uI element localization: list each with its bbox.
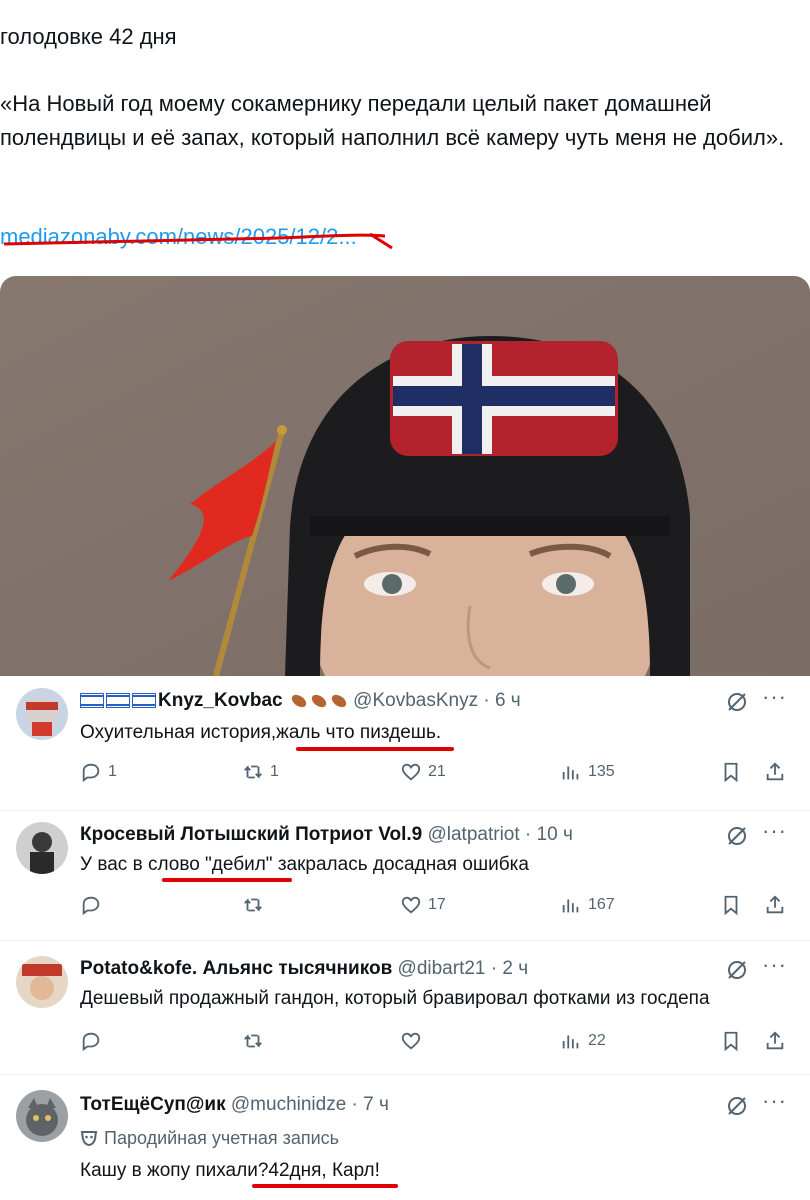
avatar[interactable]: [16, 956, 68, 1008]
more-options-button[interactable]: ···: [762, 684, 787, 710]
more-options-button[interactable]: ···: [762, 952, 787, 978]
red-underline: [252, 1184, 398, 1188]
reply-tweet[interactable]: Knyz_Kovbac @KovbasKnyz · 6 ч ··· Охуите…: [0, 676, 810, 811]
reply-text: Охуительная история,жаль что пиздешь.: [80, 722, 442, 743]
share-icon: [766, 1031, 784, 1050]
retweet-icon: [244, 1034, 262, 1048]
share-icon: [766, 762, 784, 781]
reply-tweet[interactable]: Кросевый Лотышский Потриот Vol.9 @latpat…: [0, 810, 810, 941]
display-name[interactable]: Potato&kofe. Альянс тысячников: [80, 958, 392, 979]
like-button[interactable]: 21: [400, 761, 446, 783]
action-bar: 22: [80, 1030, 790, 1058]
retweet-button[interactable]: 1: [242, 761, 279, 783]
reply-count: 1: [108, 763, 117, 780]
sausage-icon: [331, 694, 347, 708]
like-button[interactable]: [400, 1030, 422, 1052]
share-icon: [766, 895, 784, 914]
israel-flag-icon: [80, 693, 104, 709]
views-icon: [562, 1035, 579, 1049]
like-count: 17: [428, 896, 446, 913]
more-options-button[interactable]: ···: [762, 818, 787, 844]
reply-button[interactable]: [80, 894, 102, 916]
reply-icon: [82, 1032, 100, 1052]
reply-icon: [82, 896, 100, 916]
like-count: 21: [428, 763, 446, 780]
retweet-button[interactable]: [242, 1030, 264, 1052]
reply-tweet[interactable]: ТотЕщёСуп@ик @muchinidze · 7 ч ··· Парод…: [0, 1074, 810, 1200]
tweet-photo[interactable]: [0, 276, 810, 676]
views-count: 22: [588, 1032, 606, 1049]
reply-text: Дешевый продажный гандон, который бравир…: [80, 988, 710, 1009]
display-name[interactable]: Knyz_Kovbac: [158, 690, 283, 711]
sausage-icon: [291, 694, 307, 708]
views-button[interactable]: 135: [560, 761, 615, 783]
action-bar: 17 167: [80, 894, 790, 922]
reply-header: ТотЕщёСуп@ик @muchinidze · 7 ч: [80, 1094, 389, 1116]
reply-header: Knyz_Kovbac @KovbasKnyz · 6 ч: [80, 690, 521, 712]
display-name[interactable]: ТотЕщёСуп@ик: [80, 1094, 226, 1115]
avatar[interactable]: [16, 1090, 68, 1142]
views-count: 167: [588, 896, 615, 913]
bookmark-icon: [724, 762, 738, 783]
sausage-icon: [311, 694, 327, 708]
handle-time[interactable]: @muchinidze · 7 ч: [231, 1094, 389, 1115]
more-options-button[interactable]: ···: [762, 1088, 787, 1114]
red-underline: [162, 878, 292, 882]
avatar[interactable]: [16, 822, 68, 874]
views-icon: [562, 899, 579, 913]
views-count: 135: [588, 763, 615, 780]
heart-icon: [401, 763, 421, 781]
red-underline: [296, 747, 454, 751]
grok-icon[interactable]: [725, 690, 749, 714]
bookmark-button[interactable]: [720, 894, 742, 916]
handle-time[interactable]: @dibart21 · 2 ч: [398, 958, 529, 979]
grok-icon[interactable]: [725, 824, 749, 848]
like-button[interactable]: 17: [400, 894, 446, 916]
bookmark-button[interactable]: [720, 761, 742, 783]
action-bar: 1 1 21 135: [80, 761, 790, 789]
bookmark-icon: [724, 895, 738, 916]
share-button[interactable]: [764, 761, 786, 783]
reply-icon: [82, 763, 100, 783]
reply-button[interactable]: [80, 1030, 102, 1052]
handle-time[interactable]: @KovbasKnyz · 6 ч: [353, 690, 521, 711]
retweet-icon: [244, 765, 262, 779]
reply-text: Кашу в жопу пихали?42дня, Карл!: [80, 1160, 380, 1181]
heart-icon: [401, 896, 421, 914]
bookmark-icon: [724, 1031, 738, 1052]
reply-button[interactable]: 1: [80, 761, 117, 783]
reply-header: Potato&kofe. Альянс тысячников @dibart21…: [80, 958, 528, 980]
heart-icon: [401, 1032, 421, 1050]
views-icon: [562, 766, 579, 780]
tweet-quote: «На Новый год моему сокамернику передали…: [0, 91, 785, 150]
israel-flag-icon: [132, 693, 156, 709]
retweet-button[interactable]: [242, 894, 264, 916]
bookmark-button[interactable]: [720, 1030, 742, 1052]
share-button[interactable]: [764, 894, 786, 916]
reply-tweet[interactable]: Potato&kofe. Альянс тысячников @dibart21…: [0, 940, 810, 1075]
avatar[interactable]: [16, 688, 68, 740]
reply-header: Кросевый Лотышский Потриот Vol.9 @latpat…: [80, 824, 573, 846]
retweet-count: 1: [270, 763, 279, 780]
share-button[interactable]: [764, 1030, 786, 1052]
views-button[interactable]: 167: [560, 894, 615, 916]
grok-icon[interactable]: [725, 958, 749, 982]
parody-label: Пародийная учетная запись: [80, 1128, 339, 1149]
reply-text: У вас в слово "дебил" закралась досадная…: [80, 854, 529, 875]
link-scribble: [3, 232, 393, 250]
handle-time[interactable]: @latpatriot · 10 ч: [427, 824, 572, 845]
retweet-icon: [244, 898, 262, 912]
israel-flag-icon: [106, 693, 130, 709]
grok-icon[interactable]: [725, 1094, 749, 1118]
mask-icon: [80, 1131, 98, 1147]
display-name[interactable]: Кросевый Лотышский Потриот Vol.9: [80, 824, 422, 845]
views-button[interactable]: 22: [560, 1030, 606, 1052]
tweet-text-line: голодовке 42 дня: [0, 24, 177, 49]
